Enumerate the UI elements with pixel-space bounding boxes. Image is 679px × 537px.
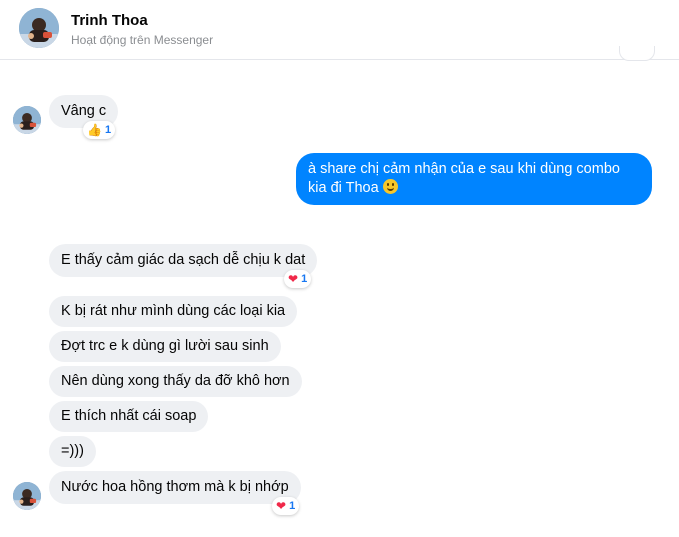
message-bubble-outgoing[interactable]: à share chị cảm nhận của e sau khi dùng … xyxy=(296,153,652,205)
message-bubble[interactable]: E thích nhất cái soap xyxy=(49,401,209,432)
avatar-photo xyxy=(13,106,41,134)
grinning-face-icon xyxy=(382,179,398,194)
heart-icon: ❤ xyxy=(288,272,299,286)
reaction-count: 1 xyxy=(289,500,296,512)
message-reaction[interactable]: ❤ 1 xyxy=(284,270,312,288)
message-bubble[interactable]: Nên dùng xong thấy da đỡ khô hơn xyxy=(49,366,302,397)
reaction-count: 1 xyxy=(301,273,308,285)
message-bubble[interactable]: K bị rát như mình dùng các loại kia xyxy=(49,296,298,327)
message-reaction[interactable]: ❤ 1 xyxy=(272,497,300,515)
avatar-photo xyxy=(19,8,59,48)
avatar-photo xyxy=(13,482,41,510)
message-text: à share chị cảm nhận của e sau khi dùng … xyxy=(308,161,620,196)
contact-status: Hoạt động trên Messenger xyxy=(71,33,214,47)
contact-avatar[interactable] xyxy=(19,8,59,48)
thumbs-up-icon: 👍 xyxy=(87,123,102,137)
contact-avatar-small[interactable] xyxy=(13,106,41,134)
chat-header: Trinh Thoa Hoạt động trên Messenger xyxy=(0,0,679,60)
message-bubble[interactable]: Nước hoa hồng thơm mà k bị nhớp xyxy=(49,471,301,504)
contact-name[interactable]: Trinh Thoa xyxy=(71,12,148,29)
heart-icon: ❤ xyxy=(276,499,287,513)
message-reaction[interactable]: 👍 1 xyxy=(83,121,116,139)
message-bubble[interactable]: Đợt trc e k dùng gì lười sau sinh xyxy=(49,331,281,362)
message-bubble[interactable]: =))) xyxy=(49,436,96,467)
reaction-count: 1 xyxy=(104,124,112,136)
contact-avatar-small[interactable] xyxy=(13,482,41,510)
previous-message-reaction xyxy=(619,46,655,61)
message-bubble[interactable]: E thấy cảm giác da sạch dễ chịu k dat xyxy=(49,244,318,277)
